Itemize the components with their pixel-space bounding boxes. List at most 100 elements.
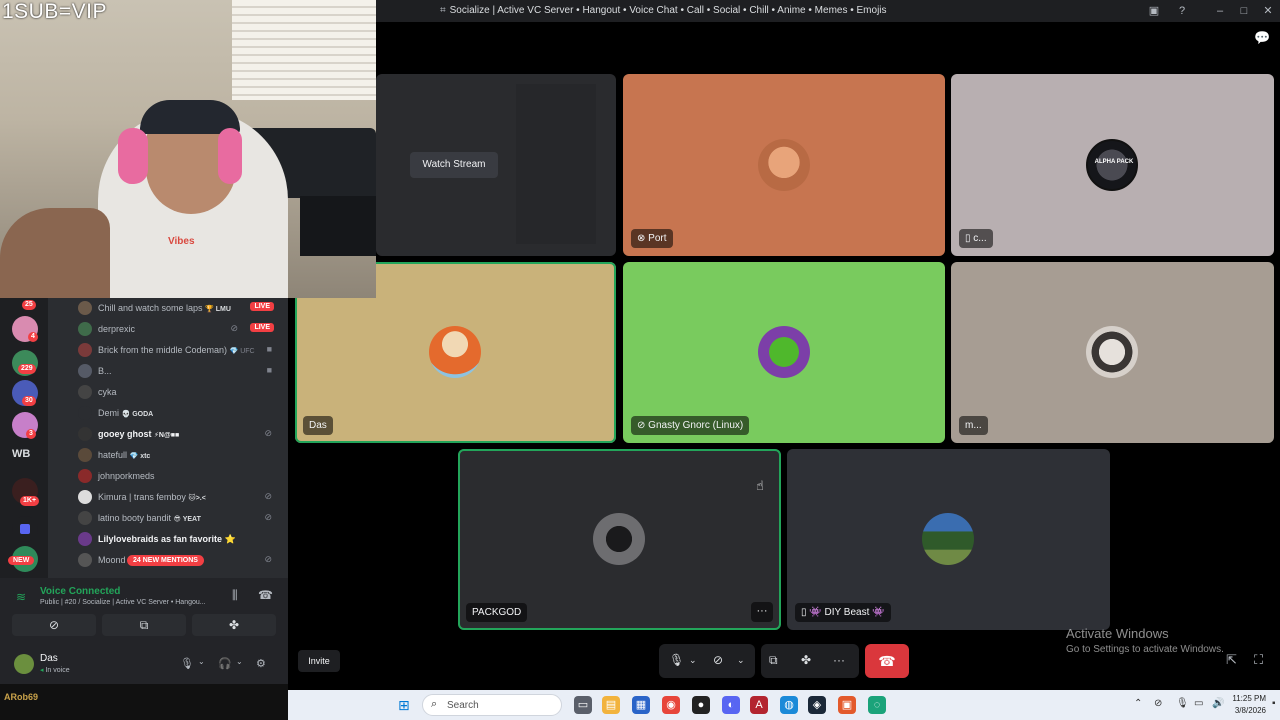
new-pill[interactable]: NEW — [8, 556, 35, 565]
edge-beta-icon[interactable]: ◌ — [868, 696, 886, 714]
signal-icon[interactable]: ≋ — [16, 590, 26, 604]
tile-name-tag: PACKGOD — [466, 603, 528, 622]
folder-icon[interactable] — [12, 516, 38, 542]
disconnect-button[interactable]: ☎ — [865, 644, 909, 678]
member-row[interactable]: Kimura | trans femboy 🐱>.< ⊘ — [76, 487, 282, 507]
popout-icon[interactable]: ⇱ — [1226, 652, 1237, 668]
member-name: Demi 💀 GODA — [98, 408, 154, 418]
microphone-icon[interactable]: 🎙 — [180, 657, 194, 670]
member-row[interactable]: hatefull 💎 xtc — [76, 445, 282, 465]
member-row[interactable]: Brick from the middle Codeman) 💎 UFC ■ — [76, 340, 282, 360]
obs-icon[interactable]: ● — [692, 696, 710, 714]
unread-badge: 1K+ — [20, 496, 40, 506]
settings-icon[interactable]: ⚙ — [256, 657, 266, 670]
user-status-text: In voice — [45, 667, 70, 674]
title-bar: ⌗ Socialize | Active VC Server • Hangout … — [376, 0, 1280, 22]
chevron-down-icon[interactable]: ⌄ — [236, 657, 243, 666]
mute-icon: ⊘ — [264, 491, 272, 501]
edge-icon[interactable]: ◍ — [780, 696, 798, 714]
steam-icon[interactable]: ◈ — [808, 696, 826, 714]
server-wb[interactable]: WB — [12, 448, 30, 460]
mute-icon: ⊘ — [264, 554, 272, 564]
window-title: ⌗ Socialize | Active VC Server • Hangout … — [440, 5, 887, 16]
avatar[interactable] — [14, 654, 34, 674]
headset-left — [118, 128, 148, 184]
headphones-icon[interactable]: 🎧 — [218, 657, 232, 670]
camera-off-button[interactable]: ⊘ — [12, 614, 96, 636]
member-row[interactable]: Lilylovebraids as fan favorite ⭐ — [76, 529, 282, 549]
member-name: cyka — [98, 387, 117, 397]
unread-badge: 3 — [26, 429, 36, 439]
member-row[interactable]: Demi 💀 GODA — [76, 403, 282, 423]
member-row[interactable]: cyka — [76, 382, 282, 402]
task-view-icon[interactable]: ▭ — [574, 696, 592, 714]
watch-stream-button[interactable]: Watch Stream — [410, 152, 498, 178]
member-row[interactable]: latino booty bandit 😎 YEAT ⊘ — [76, 508, 282, 528]
fullscreen-icon[interactable]: ⛶ — [1254, 652, 1263, 668]
chevron-down-icon[interactable]: ⌄ — [737, 655, 745, 666]
more-options-button[interactable]: ··· — [833, 653, 845, 667]
noise-suppression-icon[interactable]: ⫼ — [232, 588, 238, 603]
tile-diy-beast[interactable]: ▯ 👾 DIY Beast 👾 — [787, 449, 1110, 630]
unread-badge: 229 — [18, 364, 36, 374]
network-icon[interactable]: ⊘ — [1154, 698, 1162, 709]
taskbar-search[interactable]: ⌕ Search — [422, 694, 562, 716]
live-badge: LIVE — [250, 302, 274, 311]
tile-gnasty[interactable]: ⊘ Gnasty Gnorc (Linux) — [623, 262, 945, 443]
more-options-button[interactable]: ··· — [751, 602, 773, 622]
tile-c[interactable]: ALPHA PACK ▯ c... — [951, 74, 1274, 256]
new-mentions-pill[interactable]: 24 NEW MENTIONS — [127, 555, 204, 566]
chrome-icon[interactable]: ◉ — [662, 696, 680, 714]
member-row[interactable]: B... ■ — [76, 361, 282, 381]
camera-off-button[interactable]: ⊘ — [713, 653, 723, 667]
minimize-button[interactable]: – — [1212, 3, 1228, 19]
clock[interactable]: 11:25 PM 3/8/2026 — [1226, 693, 1266, 717]
close-button[interactable]: ✕ — [1260, 3, 1276, 19]
clock-time: 11:25 PM — [1232, 694, 1266, 703]
camera-icon: ■ — [266, 344, 272, 354]
chat-bubble-icon[interactable]: 💬 — [1254, 30, 1270, 46]
screen-share-button[interactable]: ⧉ — [102, 614, 186, 636]
app-icon[interactable]: ▣ — [838, 696, 856, 714]
member-row[interactable]: derprexic ⊘ LIVE — [76, 319, 282, 339]
file-explorer-icon[interactable]: ▤ — [602, 696, 620, 714]
tile-name: PACKGOD — [472, 607, 522, 618]
discord-icon[interactable]: ◐ — [722, 696, 740, 714]
chevron-up-icon[interactable]: ⌃ — [1134, 698, 1142, 709]
adobe-icon[interactable]: A — [750, 696, 768, 714]
windows-start-icon[interactable]: ⊞ — [398, 697, 414, 713]
member-row[interactable]: johnporkmeds — [76, 466, 282, 486]
screen-share-button[interactable]: ⧉ — [769, 653, 778, 668]
window-blinds — [232, 0, 376, 100]
inbox-icon[interactable]: ▣ — [1146, 3, 1162, 19]
member-row[interactable]: Chill and watch some laps 🏆 LMU LIVE — [76, 298, 282, 318]
member-row[interactable]: gooey ghost ⚡N@■■ ⊘ — [76, 424, 282, 444]
voice-channel-name[interactable]: Public | #20 / Socialize | Active VC Ser… — [40, 599, 206, 606]
voice-status[interactable]: Voice Connected — [40, 586, 120, 597]
tile-name: Port — [648, 233, 667, 244]
maximize-button[interactable]: □ — [1236, 3, 1252, 19]
member-name: johnporkmeds — [98, 471, 155, 481]
mute-icon: ⊘ — [230, 323, 238, 333]
avatar — [1086, 326, 1138, 378]
microphone-button[interactable]: 🎙 — [669, 653, 684, 667]
microphone-icon[interactable]: 🎙 — [1176, 698, 1189, 709]
disconnect-icon[interactable]: ☎ — [258, 588, 273, 602]
tile-port[interactable]: ⊗ Port — [623, 74, 945, 256]
table — [300, 196, 376, 256]
activities-button[interactable]: ✤ — [192, 614, 276, 636]
volume-icon[interactable]: 🔊 — [1212, 698, 1224, 709]
tile-packgod[interactable]: PACKGOD ··· — [458, 449, 781, 630]
store-icon[interactable]: ▦ — [632, 696, 650, 714]
tile-m[interactable]: m... — [951, 262, 1274, 443]
invite-button[interactable]: Invite — [298, 650, 340, 672]
tile-name: c... — [973, 233, 987, 244]
chevron-down-icon[interactable]: ⌄ — [198, 657, 205, 666]
activities-button[interactable]: ✤ — [801, 653, 811, 667]
display-icon[interactable]: ▭ — [1194, 698, 1203, 709]
tile-name-tag: Das — [303, 416, 333, 435]
chevron-down-icon[interactable]: ⌄ — [689, 655, 697, 666]
member-name: hatefull 💎 xtc — [98, 450, 151, 460]
notification-icon[interactable]: ▪ — [1272, 698, 1276, 709]
help-icon[interactable]: ? — [1174, 3, 1190, 19]
